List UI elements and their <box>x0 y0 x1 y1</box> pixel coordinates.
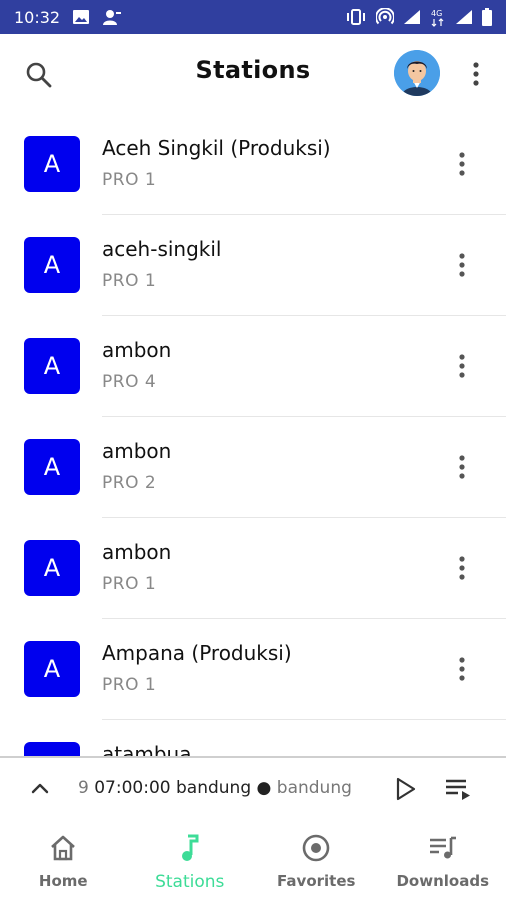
status-bar: 10:32 4G <box>0 0 506 34</box>
bottom-nav: Home Stations Favorites Downloads <box>0 818 506 900</box>
station-name: ambon <box>102 540 172 564</box>
station-subtitle: PRO 1 <box>102 170 157 190</box>
more-vert-icon[interactable] <box>448 653 476 685</box>
avatar-icon[interactable] <box>394 50 440 96</box>
station-row[interactable]: A Ampana (Produksi) PRO 1 <box>0 619 506 720</box>
station-row[interactable]: A aceh-singkil PRO 1 <box>0 215 506 316</box>
signal-icon <box>404 10 420 24</box>
station-avatar: A <box>24 641 80 697</box>
now-playing-artist: bandung <box>276 778 352 798</box>
more-vert-icon[interactable] <box>448 552 476 584</box>
now-playing-text: 9 07:00:00 bandung ● bandung <box>78 778 370 798</box>
separator-dot: ● <box>256 778 272 798</box>
station-subtitle: PRO 4 <box>102 372 157 392</box>
clock: 10:32 <box>14 7 61 27</box>
battery-icon <box>482 8 492 26</box>
playlist-icon <box>429 836 456 859</box>
station-row[interactable]: A atambua <box>0 720 506 756</box>
home-icon <box>51 835 76 861</box>
tab-label: Home <box>38 872 88 890</box>
tab-label: Favorites <box>277 872 356 890</box>
svg-text:4G: 4G <box>431 9 442 18</box>
tab-downloads[interactable]: Downloads <box>380 818 506 900</box>
signal-icon <box>456 10 472 24</box>
station-name: ambon <box>102 439 172 463</box>
station-name: Ampana (Produksi) <box>102 641 292 665</box>
chevron-up-icon[interactable] <box>28 778 52 798</box>
station-avatar: A <box>24 439 80 495</box>
station-avatar: A <box>24 237 80 293</box>
tab-home[interactable]: Home <box>0 818 127 900</box>
tab-label: Downloads <box>396 872 490 890</box>
station-avatar: A <box>24 338 80 394</box>
queue-icon[interactable] <box>444 776 472 802</box>
now-playing-title: bandung <box>176 778 252 798</box>
person-icon <box>103 10 122 25</box>
station-subtitle: PRO 1 <box>102 675 157 695</box>
radio-icon <box>302 834 330 862</box>
hotspot-icon <box>376 8 394 25</box>
more-vert-icon[interactable] <box>448 451 476 483</box>
play-icon[interactable] <box>392 776 418 802</box>
station-list: A Aceh Singkil (Produksi) PRO 1 A aceh-s… <box>0 114 506 756</box>
more-vert-icon[interactable] <box>448 148 476 180</box>
station-subtitle: PRO 1 <box>102 271 157 291</box>
station-name: atambua <box>102 742 192 756</box>
tab-label: Stations <box>155 872 225 892</box>
station-row[interactable]: A ambon PRO 2 <box>0 417 506 518</box>
image-icon <box>73 10 90 24</box>
station-name: aceh-singkil <box>102 237 222 261</box>
station-avatar: A <box>24 540 80 596</box>
station-row[interactable]: A ambon PRO 4 <box>0 316 506 417</box>
station-name: Aceh Singkil (Produksi) <box>102 136 331 160</box>
more-vert-icon[interactable] <box>448 249 476 281</box>
station-avatar: A <box>24 742 80 756</box>
station-subtitle: PRO 2 <box>102 473 157 493</box>
more-vert-icon[interactable] <box>448 350 476 382</box>
app-bar: Stations <box>0 34 506 114</box>
station-name: ambon <box>102 338 172 362</box>
now-playing-time: 07:00:00 <box>94 778 171 798</box>
tab-favorites[interactable]: Favorites <box>253 818 380 900</box>
station-subtitle: PRO 1 <box>102 574 157 594</box>
mini-player[interactable]: 9 07:00:00 bandung ● bandung <box>0 756 506 818</box>
network-4g-icon: 4G <box>431 9 444 27</box>
station-row[interactable]: A ambon PRO 1 <box>0 518 506 619</box>
vibrate-icon <box>347 9 365 25</box>
station-avatar: A <box>24 136 80 192</box>
station-row[interactable]: A Aceh Singkil (Produksi) PRO 1 <box>0 114 506 215</box>
more-vert-icon[interactable] <box>462 58 490 90</box>
tab-stations[interactable]: Stations <box>127 818 254 900</box>
music-note-icon <box>181 834 199 861</box>
marquee-prefix: 9 <box>78 778 89 798</box>
